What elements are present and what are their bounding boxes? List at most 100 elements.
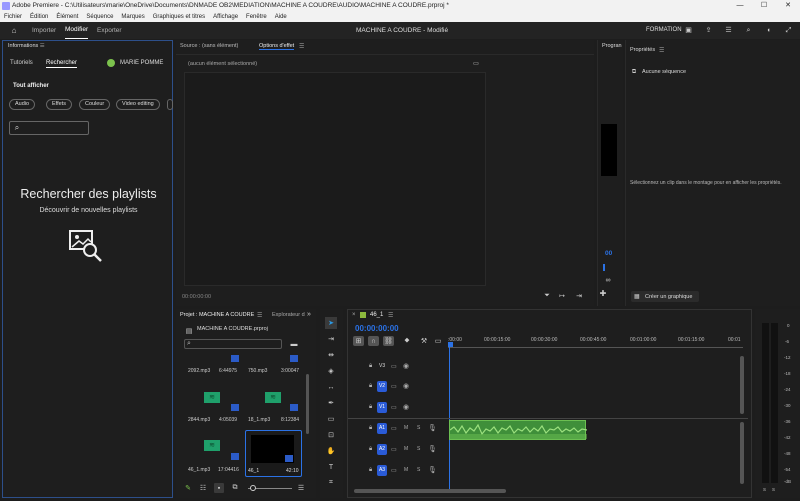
properties-menu-icon[interactable]: ☰ [659, 47, 664, 54]
tab-source[interactable]: Source : (sans élément) [180, 43, 238, 49]
track-target-v2[interactable]: V2 [377, 381, 387, 392]
pen-icon[interactable]: ✎ [184, 484, 192, 492]
minimize-button[interactable]: — [728, 0, 752, 12]
user-avatar[interactable] [107, 59, 115, 67]
volume-icon[interactable]: ◖ [764, 26, 773, 35]
menu-edition[interactable]: Édition [30, 12, 48, 22]
menu-affichage[interactable]: Affichage [213, 12, 238, 22]
captions-icon[interactable]: ▭ [434, 337, 442, 345]
sequence-tab[interactable]: 46_1 [370, 312, 383, 318]
selected-sequence-item[interactable]: 46_1 42:10 [245, 430, 302, 477]
timeline-menu-icon[interactable]: ☰ [388, 312, 393, 319]
loop-icon[interactable]: ∞ [601, 276, 615, 284]
lock-icon[interactable]: 🔒︎ [369, 363, 372, 370]
item-name[interactable]: 2092.mp3 [188, 368, 210, 374]
project-menu-icon[interactable]: ☰ [257, 312, 262, 319]
lock-icon[interactable]: 🔒︎ [369, 383, 372, 390]
track-target-a2[interactable]: A2 [377, 444, 387, 455]
more-panels-icon[interactable]: » [307, 311, 311, 318]
search-input[interactable]: ⌕ [9, 121, 89, 135]
home-icon[interactable]: ⌂ [8, 26, 20, 35]
menu-fenetre[interactable]: Fenêtre [246, 12, 267, 22]
filter-icon[interactable]: ⏷ [543, 292, 551, 300]
share-icon[interactable]: ⇪ [704, 26, 713, 35]
program-tab[interactable]: Progran [602, 43, 624, 49]
tab-importer[interactable]: Importer [32, 22, 56, 39]
audio-thumbnail[interactable]: ≋ [204, 440, 220, 451]
tab-rechercher[interactable]: Rechercher [46, 60, 78, 68]
caption-tool-icon[interactable]: ⌗ [325, 478, 337, 488]
solo-button[interactable]: S [417, 467, 420, 473]
sync-lock-icon[interactable]: ▭ [391, 383, 397, 390]
create-graphic-button[interactable]: ▦ Créer un graphique [631, 291, 699, 302]
sort-icon[interactable]: ☰ [297, 484, 305, 492]
sync-lock-icon[interactable]: ▭ [391, 363, 397, 370]
track-target-a3[interactable]: A3 [377, 465, 387, 476]
tab-explorer[interactable]: Explorateur d [272, 312, 305, 318]
add-button-icon[interactable]: ✚ [598, 289, 608, 298]
zoom-slider-handle[interactable] [250, 485, 256, 491]
panels-icon[interactable]: ☰ [724, 26, 733, 35]
microphone-icon[interactable]: 🎙︎ [428, 445, 437, 453]
program-playhead[interactable] [603, 264, 605, 271]
mute-button[interactable]: M [404, 425, 408, 431]
close-button[interactable]: ✕ [776, 0, 800, 12]
export-icon[interactable]: ↦ [558, 292, 566, 300]
track-target-v1[interactable]: V1 [377, 402, 387, 413]
tab-menu-icon[interactable]: ☰ [299, 43, 304, 50]
settings-wrench-icon[interactable]: ⚒ [420, 337, 428, 345]
audio-clip[interactable] [449, 420, 587, 440]
menu-marques[interactable]: Marques [121, 12, 144, 22]
nest-icon[interactable]: ⊞ [353, 336, 364, 346]
slip-tool-icon[interactable]: ↔ [325, 382, 337, 392]
project-scrollbar[interactable] [306, 374, 309, 434]
layout-icon[interactable]: ▣ [684, 26, 693, 35]
rectangle-tool-icon[interactable]: ▭ [325, 414, 337, 424]
microphone-icon[interactable]: 🎙︎ [428, 466, 437, 474]
tab-exporter[interactable]: Exporter [97, 22, 122, 39]
razor-tool-icon[interactable]: ◈ [325, 366, 337, 376]
lock-icon[interactable]: 🔒︎ [369, 446, 372, 453]
show-all-label[interactable]: Tout afficher [13, 83, 49, 89]
marker-icon[interactable]: ⬥ [403, 337, 411, 345]
item-name[interactable]: 46_1.mp3 [188, 467, 210, 473]
video-track-scrollbar[interactable] [740, 356, 744, 414]
filter-couleur[interactable]: Couleur [79, 99, 111, 110]
item-name[interactable]: 18_1.mp3 [248, 417, 270, 423]
menu-aide[interactable]: Aide [275, 12, 287, 22]
type-tool-icon[interactable]: T [325, 462, 337, 472]
item-name[interactable]: 750.mp3 [248, 368, 267, 374]
eye-icon[interactable]: ◉ [403, 382, 409, 390]
fullscreen-icon[interactable]: ⤢ [784, 26, 793, 35]
time-ruler[interactable]: :00:00 00:00:15:00 00:00:30:00 00:00:45:… [448, 337, 748, 347]
filter-audio[interactable]: Audio [9, 99, 36, 110]
timeline-horizontal-scrollbar[interactable] [354, 489, 506, 493]
list-view-icon[interactable]: ☷ [199, 484, 207, 492]
sync-lock-icon[interactable]: ▭ [391, 446, 397, 453]
linked-selection-icon[interactable]: ⛓ [383, 336, 394, 346]
timeline-timecode[interactable]: 00:00:00:00 [355, 324, 399, 333]
eye-icon[interactable]: ◉ [403, 362, 409, 370]
solo-button[interactable]: S [417, 425, 420, 431]
project-search-input[interactable]: ⌕ [184, 339, 282, 349]
panel-toggle-icon[interactable]: ▭ [472, 60, 480, 67]
filter-more[interactable] [167, 99, 173, 110]
lock-icon[interactable]: 🔒︎ [369, 425, 372, 432]
lock-icon[interactable]: 🔒︎ [369, 404, 372, 411]
pen-tool-icon[interactable]: ✒ [325, 398, 337, 408]
lock-icon[interactable]: 🔒︎ [369, 467, 372, 474]
new-bin-icon[interactable]: ▬ [289, 340, 299, 348]
solo-button[interactable]: S [417, 446, 420, 452]
sync-lock-icon[interactable]: ▭ [391, 404, 397, 411]
menu-element[interactable]: Élément [56, 12, 78, 22]
tab-modifier[interactable]: Modifier [65, 22, 89, 39]
export-frame-icon[interactable]: ⇥ [575, 292, 583, 300]
snap-icon[interactable]: ∩ [368, 336, 379, 346]
filter-effets[interactable]: Effets [46, 99, 72, 110]
sync-lock-icon[interactable]: ▭ [391, 467, 397, 474]
freeform-view-icon[interactable]: ⧉ [231, 484, 239, 492]
tab-tutoriels[interactable]: Tutoriels [10, 60, 33, 66]
mute-button[interactable]: M [404, 467, 408, 473]
selection-tool-icon[interactable]: ➤ [325, 317, 337, 329]
maximize-button[interactable]: ☐ [752, 0, 776, 12]
